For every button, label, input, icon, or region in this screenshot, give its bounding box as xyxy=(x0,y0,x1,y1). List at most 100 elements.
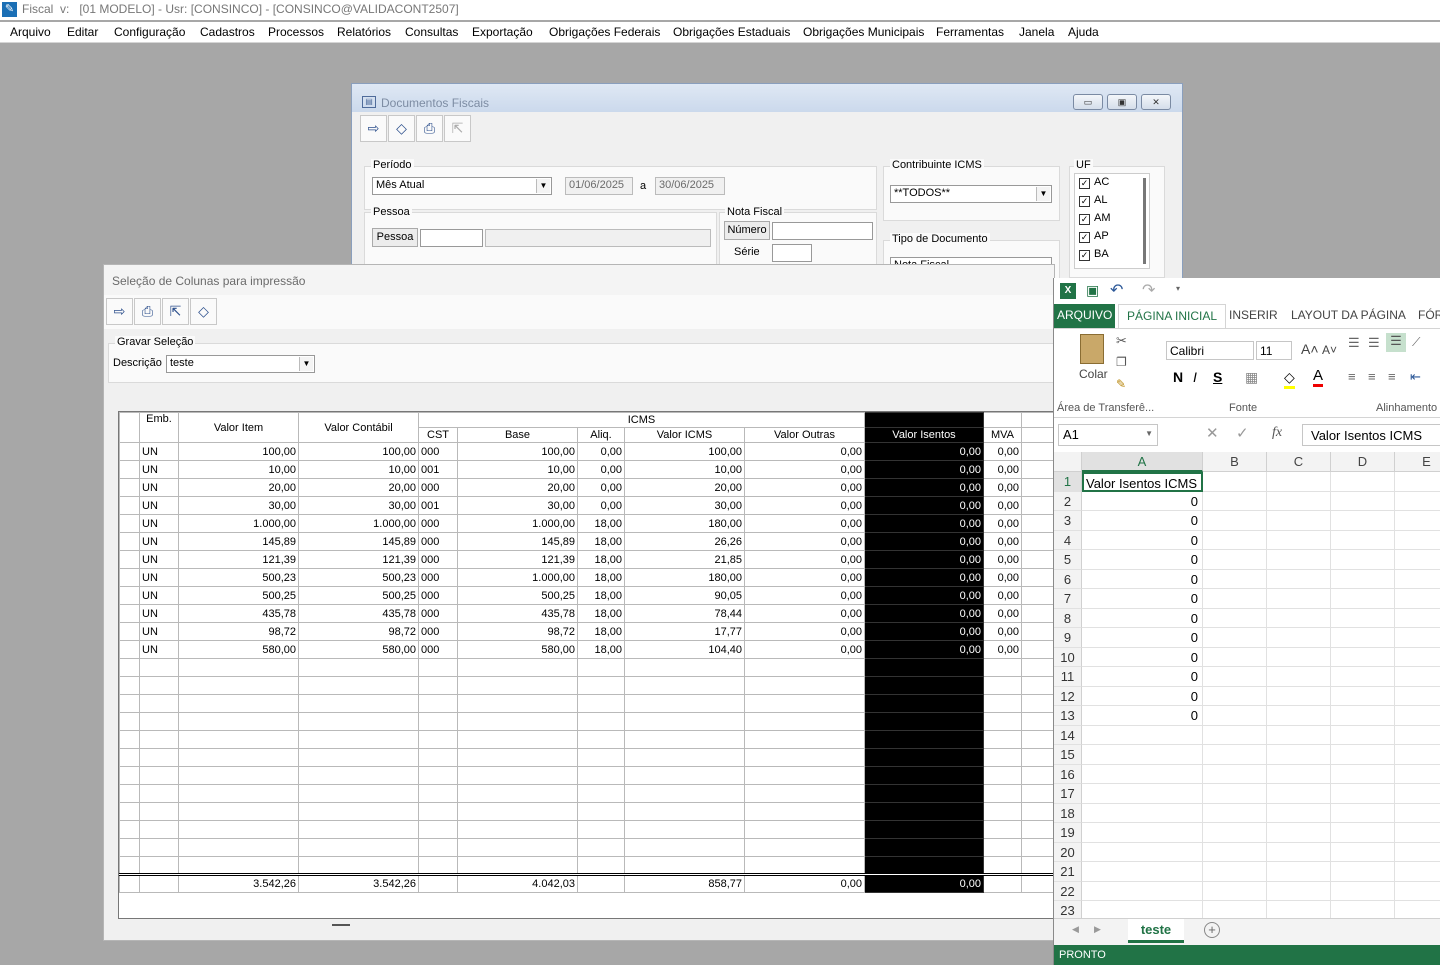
sheet-cell[interactable] xyxy=(1395,667,1440,687)
row-header[interactable]: 22 xyxy=(1054,881,1082,901)
insert-function-icon[interactable]: fx xyxy=(1272,425,1282,441)
prev-sheet-icon[interactable]: ◀ xyxy=(1072,924,1079,935)
sheet-cell[interactable] xyxy=(1331,589,1395,609)
font-color-icon[interactable]: A xyxy=(1313,367,1324,387)
select-all-corner[interactable] xyxy=(1054,452,1082,472)
uf-item-am[interactable]: ✓ AM xyxy=(1079,212,1159,228)
sheet-cell[interactable] xyxy=(1203,589,1267,609)
save-icon[interactable]: ▣ xyxy=(1086,282,1099,299)
sheet-cell[interactable] xyxy=(1267,823,1331,843)
sheet-cell[interactable] xyxy=(1395,550,1440,570)
tab-inserir[interactable]: INSERIR xyxy=(1229,308,1278,322)
menu-obrigacoes-federais[interactable]: Obrigações Federais xyxy=(549,25,660,39)
numero-field[interactable] xyxy=(772,222,873,240)
sheet-cell[interactable] xyxy=(1267,803,1331,823)
sheet-cell[interactable] xyxy=(1267,530,1331,550)
sheet-cell[interactable] xyxy=(1331,686,1395,706)
sheet-cell[interactable] xyxy=(1331,530,1395,550)
row-header[interactable]: 1 xyxy=(1054,472,1082,492)
sheet-cell[interactable] xyxy=(1082,764,1203,784)
paste-icon[interactable] xyxy=(1080,334,1104,364)
sheet-cell[interactable] xyxy=(1203,901,1267,918)
table-row[interactable]: UN 98,72 98,72 000 98,72 18,00 17,77 0,00 0,00 0,… xyxy=(119,622,1053,641)
sheet-cell[interactable] xyxy=(1331,647,1395,667)
row-indicator[interactable] xyxy=(119,802,140,821)
sheet-cell[interactable] xyxy=(1267,628,1331,648)
row-indicator[interactable] xyxy=(119,676,140,695)
col-header-valor-item[interactable]: Valor Item xyxy=(178,412,299,443)
sheet-cell[interactable] xyxy=(1395,609,1440,628)
shrink-font-icon[interactable]: A˅ xyxy=(1322,343,1337,357)
add-sheet-icon[interactable]: + xyxy=(1204,922,1220,938)
sheet-cell[interactable] xyxy=(1082,881,1203,901)
menu-cadastros[interactable]: Cadastros xyxy=(200,25,255,39)
sheet-cell[interactable] xyxy=(1082,901,1203,918)
sheet-cell[interactable] xyxy=(1267,472,1331,492)
align-right-icon[interactable]: ≡ xyxy=(1388,369,1396,384)
sheet-cell[interactable] xyxy=(1395,745,1440,765)
print-icon[interactable]: ⎙ xyxy=(416,115,443,142)
sheet-cell[interactable] xyxy=(1267,667,1331,687)
row-indicator[interactable] xyxy=(119,496,140,515)
sheet-cell[interactable] xyxy=(1395,511,1440,531)
sheet-cell[interactable] xyxy=(1267,550,1331,570)
contribuinte-select[interactable]: **TODOS** ▼ xyxy=(890,185,1052,203)
col-header-valor-outras[interactable]: Valor Outras xyxy=(744,427,865,443)
sheet-cell[interactable] xyxy=(1395,726,1440,745)
row-header[interactable]: 21 xyxy=(1054,862,1082,882)
sheet-cell[interactable] xyxy=(1203,725,1267,745)
row-indicator[interactable] xyxy=(119,514,140,533)
row-header[interactable]: 20 xyxy=(1054,842,1082,862)
col-header-valor-contabil[interactable]: Valor Contábil xyxy=(298,412,419,443)
column-header-b[interactable]: B xyxy=(1203,452,1267,472)
row-header[interactable]: 12 xyxy=(1054,686,1082,706)
menu-consultas[interactable]: Consultas xyxy=(405,25,458,39)
sheet-cell[interactable] xyxy=(1203,530,1267,550)
row-indicator[interactable] xyxy=(119,622,140,641)
sheet-cell[interactable] xyxy=(1395,706,1440,726)
row-header[interactable]: 23 xyxy=(1054,901,1082,918)
eraser-icon[interactable]: ◇ xyxy=(388,115,415,142)
align-middle-icon[interactable]: ☰ xyxy=(1368,335,1380,351)
sheet-cell[interactable] xyxy=(1331,667,1395,687)
row-header[interactable]: 3 xyxy=(1054,511,1082,531)
sheet-cell[interactable] xyxy=(1267,511,1331,531)
menu-processos[interactable]: Processos xyxy=(268,25,324,39)
menu-relatorios[interactable]: Relatórios xyxy=(337,25,391,39)
sheet-cell[interactable] xyxy=(1331,901,1395,918)
row-header[interactable]: 8 xyxy=(1054,608,1082,628)
next-sheet-icon[interactable]: ▶ xyxy=(1094,924,1101,935)
sheet-cell[interactable] xyxy=(1331,550,1395,570)
col-header-base[interactable]: Base xyxy=(457,427,578,443)
sheet-cell[interactable] xyxy=(1267,686,1331,706)
table-row[interactable] xyxy=(119,712,1053,731)
sheet-cell[interactable] xyxy=(1082,842,1203,862)
sheet-cell[interactable] xyxy=(1395,823,1440,843)
sheet-cell[interactable] xyxy=(1203,862,1267,882)
serie-field[interactable] xyxy=(772,244,812,262)
table-row[interactable] xyxy=(119,856,1053,875)
sheet-cell[interactable]: 0 xyxy=(1082,550,1203,570)
sheet-cell[interactable]: 0 xyxy=(1082,667,1203,687)
grow-font-icon[interactable]: A˄ xyxy=(1301,341,1319,357)
uf-item-ba[interactable]: ✓ BA xyxy=(1079,248,1159,264)
align-bottom-icon[interactable]: ☰ xyxy=(1386,333,1406,352)
table-row[interactable] xyxy=(119,676,1053,695)
sheet-cell[interactable] xyxy=(1203,491,1267,511)
maximize-button[interactable]: ▣ xyxy=(1107,94,1137,110)
sheet-cell[interactable]: 0 xyxy=(1082,491,1203,511)
row-header[interactable]: 4 xyxy=(1054,530,1082,550)
sheet-cell[interactable] xyxy=(1331,764,1395,784)
table-row[interactable] xyxy=(119,694,1053,713)
table-row[interactable] xyxy=(119,820,1053,839)
row-indicator[interactable] xyxy=(119,784,140,803)
row-header[interactable]: 15 xyxy=(1054,745,1082,765)
sheet-cell[interactable] xyxy=(1267,901,1331,918)
row-indicator[interactable] xyxy=(119,856,140,875)
italic-button[interactable]: I xyxy=(1193,369,1197,385)
table-row[interactable] xyxy=(119,748,1053,767)
horizontal-scrollbar[interactable] xyxy=(118,919,1054,937)
fill-color-icon[interactable]: ◇ xyxy=(1284,369,1295,389)
column-header-d[interactable]: D xyxy=(1331,452,1395,472)
underline-button[interactable]: S xyxy=(1213,369,1222,385)
